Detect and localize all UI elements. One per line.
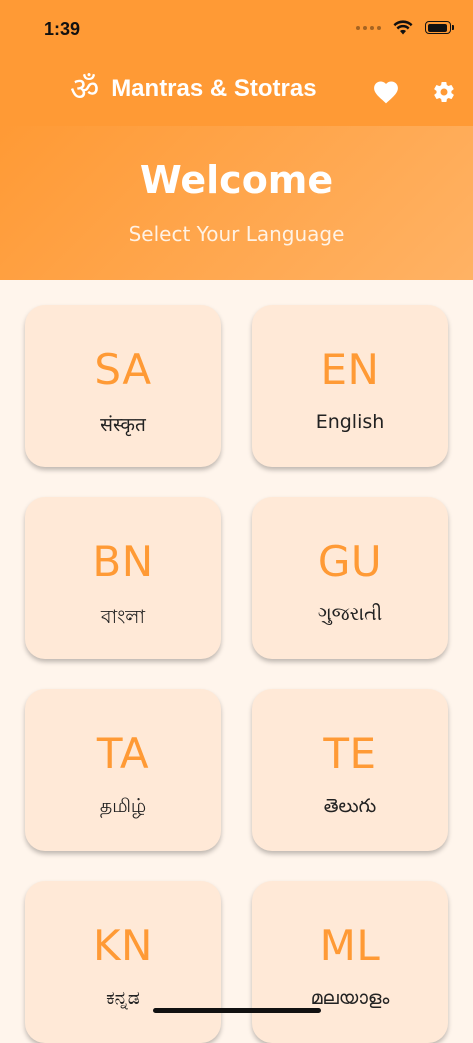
language-grid: SA संस्कृत EN English BN বাংলা GU ગુજરાત… [0, 280, 473, 1043]
language-code: TE [323, 729, 377, 778]
language-code: KN [93, 921, 153, 970]
language-code: TA [96, 729, 150, 778]
language-code: BN [92, 537, 154, 586]
app-title-wrap: ॐ Mantras & Stotras [70, 73, 317, 105]
language-card-gu[interactable]: GU ગુજરાતી [252, 497, 448, 659]
language-name: తెలుగు [323, 795, 377, 817]
language-card-ta[interactable]: TA தமிழ் [25, 689, 221, 851]
welcome-banner: Welcome Select Your Language [0, 126, 473, 280]
app-bar: ॐ Mantras & Stotras [0, 60, 473, 126]
settings-button[interactable] [430, 78, 458, 106]
language-name: संस्कृत [100, 414, 146, 436]
language-name: தமிழ் [99, 795, 147, 817]
home-indicator[interactable] [153, 1008, 321, 1013]
language-code: ML [319, 921, 381, 970]
status-icons [356, 20, 454, 35]
language-code: SA [94, 345, 152, 394]
language-card-ml[interactable]: ML മലയാളം [252, 881, 448, 1043]
language-card-bn[interactable]: BN বাংলা [25, 497, 221, 659]
language-name: ગુજરાતી [317, 603, 383, 625]
status-time: 1:39 [44, 19, 81, 39]
language-name: ಕನ್ನಡ [106, 987, 140, 1009]
language-name: বাংলা [101, 606, 145, 628]
app-title: Mantras & Stotras [111, 75, 317, 102]
language-card-en[interactable]: EN English [252, 305, 448, 467]
language-card-te[interactable]: TE తెలుగు [252, 689, 448, 851]
battery-icon [425, 21, 454, 34]
cellular-signal-icon [356, 25, 381, 30]
welcome-title: Welcome [139, 158, 334, 202]
language-code: GU [317, 537, 383, 586]
language-card-sa[interactable]: SA संस्कृत [25, 305, 221, 467]
language-card-kn[interactable]: KN ಕನ್ನಡ [25, 881, 221, 1043]
favorites-button[interactable] [372, 78, 400, 106]
language-name: English [315, 411, 385, 433]
language-name: മലയാളം [310, 987, 390, 1009]
om-logo-icon: ॐ [70, 70, 100, 108]
gear-icon [434, 81, 454, 103]
language-code: EN [320, 345, 380, 394]
status-bar: 1:39 [0, 0, 473, 60]
heart-icon [374, 81, 398, 104]
welcome-subtitle: Select Your Language [128, 222, 345, 246]
wifi-icon [393, 20, 413, 35]
